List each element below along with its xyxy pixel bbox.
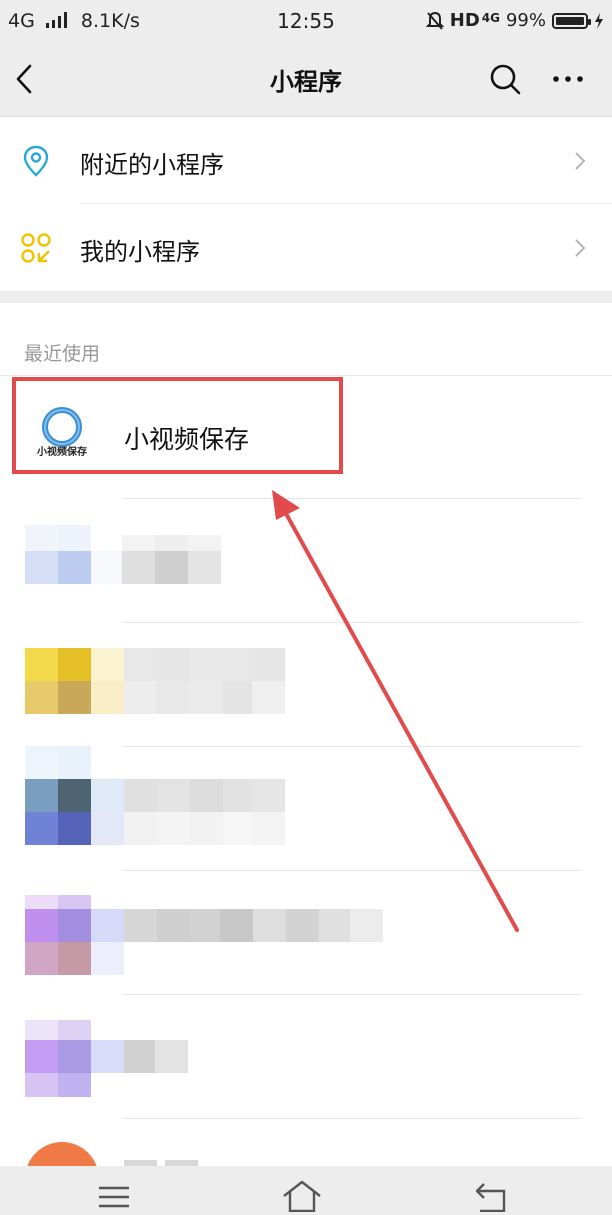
menu-item-label: 我的小程序: [80, 238, 200, 266]
location-pin-icon: [23, 145, 49, 177]
chevron-right-icon: [575, 239, 586, 257]
search-icon[interactable]: [488, 62, 522, 96]
system-nav-bar: [0, 1166, 612, 1215]
blurred-recent-item-3[interactable]: [0, 746, 612, 846]
miniprogram-grid-icon: [21, 233, 51, 263]
status-right: HD 4G 99%: [425, 10, 604, 31]
menu-item-my-programs[interactable]: 我的小程序: [0, 204, 612, 291]
blurred-recent-item-4[interactable]: [0, 895, 612, 975]
divider: [122, 1118, 582, 1119]
home-icon[interactable]: [282, 1178, 322, 1212]
blurred-recent-item-5[interactable]: [0, 1020, 612, 1100]
mute-bell-icon: [425, 11, 444, 30]
status-bar: 4G 8.1K/s 12:55 HD 4G 99%: [0, 0, 612, 42]
divider: [122, 622, 582, 623]
more-icon[interactable]: [550, 62, 586, 96]
divider: [122, 498, 582, 499]
blurred-recent-item-2[interactable]: [0, 648, 612, 718]
divider: [0, 375, 612, 376]
battery-percent: 99%: [505, 10, 546, 31]
divider: [122, 994, 582, 995]
nav-bar: 小程序: [0, 42, 612, 117]
battery-fill: [556, 16, 584, 25]
blurred-avatar: [25, 1142, 99, 1166]
return-icon[interactable]: [472, 1178, 512, 1212]
hd-label: HD: [449, 10, 480, 31]
recent-section-title: 最近使用: [24, 343, 101, 365]
menu-item-nearby[interactable]: 附近的小程序: [0, 117, 612, 204]
blurred-recent-item-6[interactable]: [0, 1142, 612, 1166]
network-type-2: 4G: [481, 10, 500, 25]
chevron-right-icon: [575, 152, 586, 170]
miniprogram-menu: 附近的小程序 我的小程序: [0, 117, 612, 291]
charging-icon: [595, 12, 603, 29]
battery-icon: [552, 12, 591, 29]
menu-item-label: 附近的小程序: [80, 151, 224, 179]
menu-icon[interactable]: [94, 1178, 134, 1212]
highlight-box: [12, 377, 343, 474]
section-gap: [0, 291, 612, 303]
divider: [122, 870, 582, 871]
blurred-recent-item-1[interactable]: [0, 525, 612, 595]
